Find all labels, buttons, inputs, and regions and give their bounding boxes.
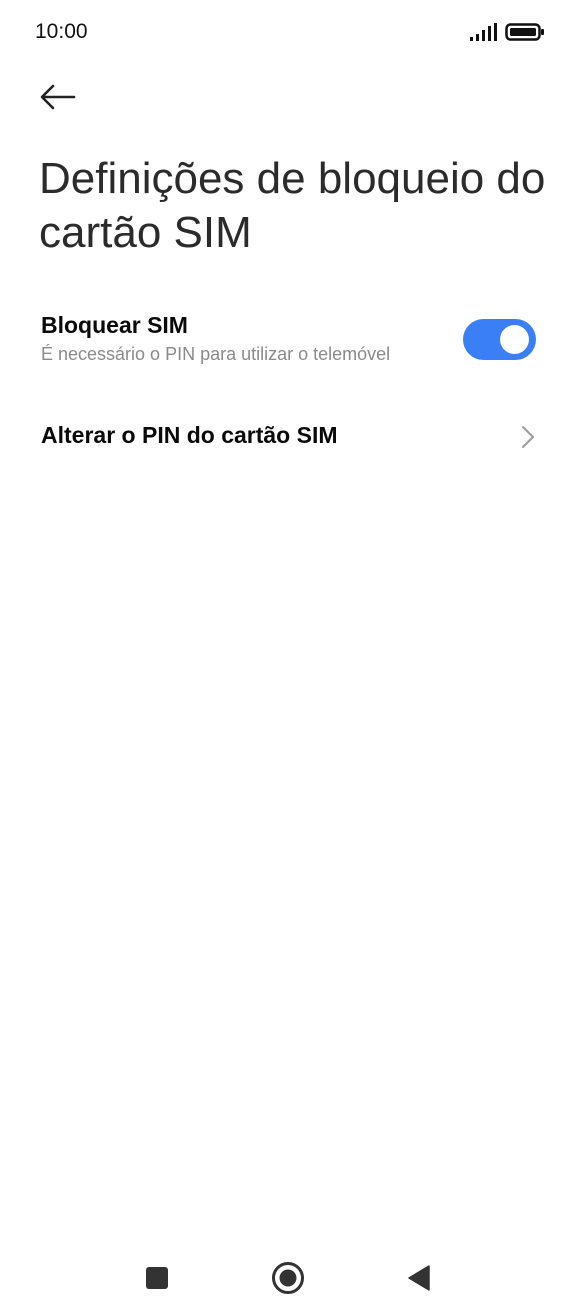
page-title: Definições de bloqueio do cartão SIM <box>39 154 546 257</box>
toggle-knob <box>500 325 529 354</box>
change-pin-row[interactable]: Alterar o PIN do cartão SIM <box>0 402 577 470</box>
navigation-bar <box>0 1240 577 1316</box>
status-time: 10:00 <box>35 20 88 43</box>
home-button[interactable] <box>258 1254 318 1302</box>
lock-sim-title: Bloquear SIM <box>41 312 188 338</box>
lock-sim-row[interactable]: Bloquear SIM É necessário o PIN para uti… <box>0 300 577 384</box>
back-nav-button[interactable] <box>389 1254 449 1302</box>
battery-icon <box>505 23 544 41</box>
recents-button[interactable] <box>127 1254 187 1302</box>
lock-sim-subtitle: É necessário o PIN para utilizar o telem… <box>41 344 391 364</box>
back-button[interactable] <box>30 76 86 120</box>
lock-sim-toggle[interactable] <box>463 319 536 360</box>
recents-square-icon <box>146 1267 168 1289</box>
home-circle-icon <box>272 1262 304 1294</box>
back-triangle-icon <box>408 1265 430 1291</box>
signal-icon <box>470 23 497 41</box>
arrow-left-icon <box>40 84 76 110</box>
status-bar: 10:00 <box>0 0 577 64</box>
chevron-right-icon <box>522 426 534 448</box>
change-pin-title: Alterar o PIN do cartão SIM <box>41 422 338 448</box>
